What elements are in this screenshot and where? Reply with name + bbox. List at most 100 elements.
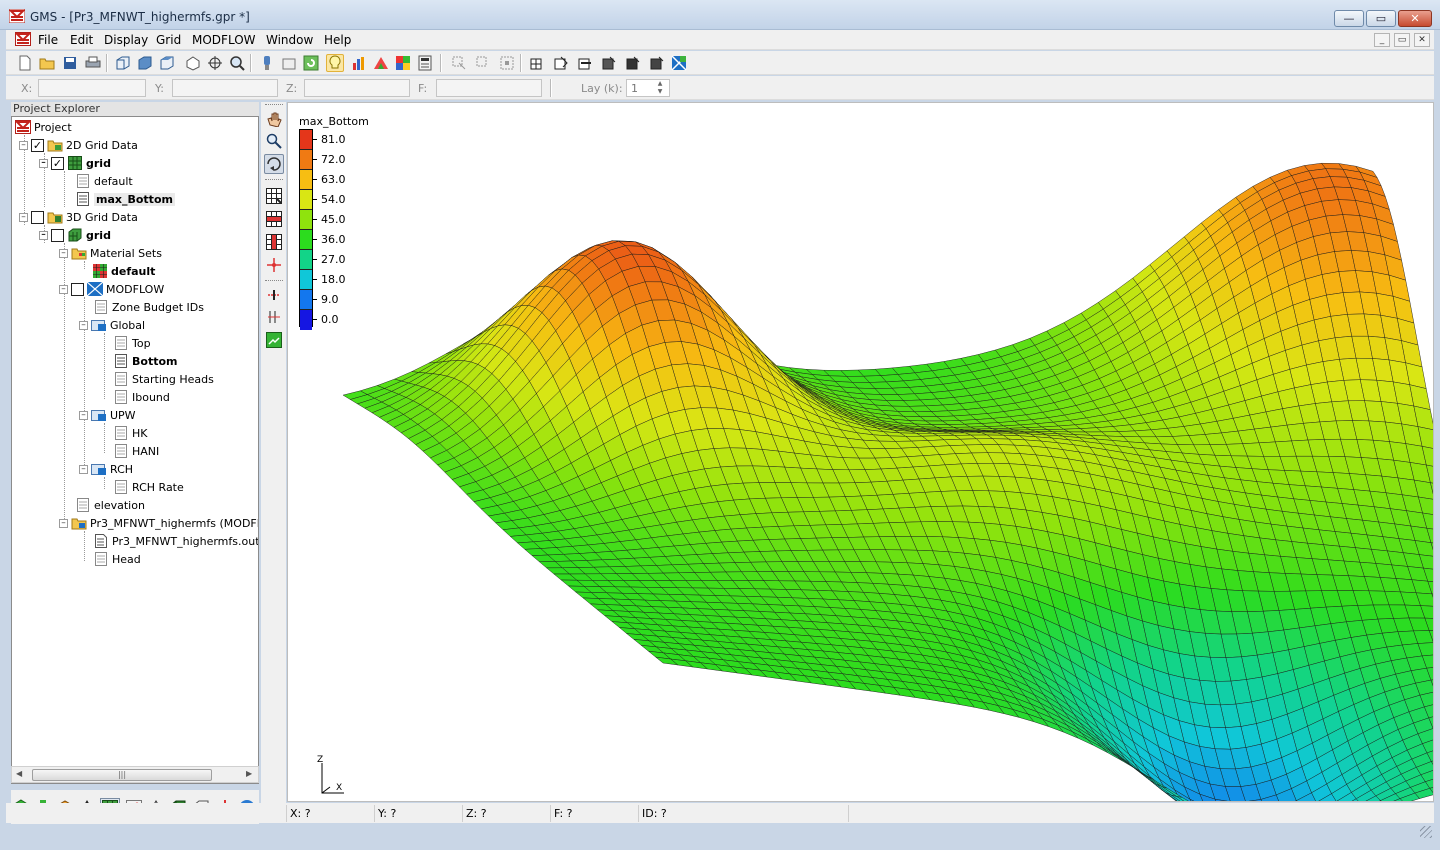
tree-item-3d-grid[interactable]: – grid [39, 226, 111, 244]
tree-item-solution-folder[interactable]: – Pr3_MFNWT_highermfs (MODFLOW) [59, 514, 258, 532]
get-info-icon[interactable] [258, 54, 276, 72]
select-cell-tool-icon[interactable] [264, 186, 284, 206]
z-coord-field[interactable] [304, 79, 410, 97]
rotate-tool-icon[interactable] [264, 154, 284, 174]
view-top-icon[interactable] [158, 54, 176, 72]
document-icon[interactable] [14, 32, 32, 49]
tree-item-material-default[interactable]: default [92, 262, 155, 280]
visibility-checkbox[interactable] [51, 228, 64, 242]
view-oblique-icon[interactable] [184, 54, 202, 72]
menu-grid[interactable]: Grid [156, 33, 181, 47]
menu-help[interactable]: Help [324, 33, 351, 47]
menu-file[interactable]: File [38, 33, 58, 47]
tree-item-2d-grid[interactable]: – ✓ grid [39, 154, 111, 172]
rotate-icon[interactable] [206, 54, 224, 72]
project-explorer-tree[interactable]: Project – ✓ 2D Grid Data – ✓ grid defaul… [11, 116, 259, 784]
edit-layer-icon[interactable] [624, 54, 642, 72]
scroll-thumb[interactable]: ||| [32, 769, 212, 781]
visibility-checkbox[interactable] [31, 210, 44, 224]
collapse-toggle[interactable]: – [59, 284, 68, 294]
menu-window[interactable]: Window [266, 33, 313, 47]
collapse-toggle[interactable]: – [39, 158, 48, 168]
menu-edit[interactable]: Edit [70, 33, 93, 47]
plot-wizard-icon[interactable] [350, 54, 368, 72]
tree-item-modflow[interactable]: – MODFLOW [59, 280, 164, 298]
visibility-checkbox[interactable]: ✓ [31, 138, 44, 152]
create-row-tool-icon[interactable] [264, 307, 284, 327]
add-point-icon[interactable] [648, 54, 666, 72]
graphics-window[interactable]: max_Bottom 81.0 72.0 63.0 54.0 45.0 36.0 27.0 1… [287, 102, 1434, 802]
color-ramp-icon[interactable] [372, 54, 390, 72]
maximize-button[interactable]: ▭ [1366, 10, 1396, 27]
view-front-icon[interactable] [114, 54, 132, 72]
select-node-tool-icon[interactable] [264, 255, 284, 275]
select-ij-tool-icon[interactable] [264, 209, 284, 229]
tree-item-rch-rate[interactable]: RCH Rate [113, 478, 184, 496]
minimize-button[interactable]: — [1334, 10, 1364, 27]
menu-modflow[interactable]: MODFLOW [192, 33, 256, 47]
visibility-checkbox[interactable] [71, 282, 84, 296]
resize-grip-icon[interactable] [1420, 826, 1432, 838]
zoom-tool-icon[interactable] [264, 131, 284, 151]
zoom-frame-icon[interactable] [228, 54, 246, 72]
display-options-icon[interactable] [394, 54, 412, 72]
edit-column-icon[interactable] [600, 54, 618, 72]
create-grid-icon[interactable] [528, 54, 546, 72]
collapse-toggle[interactable]: – [59, 518, 68, 528]
tree-item-output-file[interactable]: Pr3_MFNWT_highermfs.out [93, 532, 258, 550]
collapse-toggle[interactable]: – [39, 230, 48, 240]
calculator-icon[interactable] [416, 54, 434, 72]
refresh-icon[interactable] [302, 54, 320, 72]
tree-item-upw[interactable]: – UPW [79, 406, 136, 424]
select-layer-tool-icon[interactable] [264, 232, 284, 252]
frame-icon[interactable] [280, 54, 298, 72]
lighting-icon[interactable] [326, 54, 344, 72]
menu-display[interactable]: Display [104, 33, 148, 47]
tree-item-hk[interactable]: HK [113, 424, 148, 442]
modflow-icon[interactable] [670, 54, 688, 72]
select-rows-icon[interactable] [474, 54, 492, 72]
tree-item-dataset-max-bottom[interactable]: max_Bottom [75, 190, 175, 208]
tree-item-zone-budget-ids[interactable]: Zone Budget IDs [93, 298, 204, 316]
edit-cell-icon[interactable] [552, 54, 570, 72]
collapse-toggle[interactable]: – [59, 248, 68, 258]
print-icon[interactable] [84, 54, 102, 72]
scroll-left-arrow[interactable]: ◀ [16, 769, 22, 778]
tree-item-2d-grid-data[interactable]: – ✓ 2D Grid Data [19, 136, 138, 154]
tree-item-rch[interactable]: – RCH [79, 460, 133, 478]
select-grid-icon[interactable] [498, 54, 516, 72]
layer-spinner[interactable]: ▲ ▼ [652, 80, 668, 96]
create-column-tool-icon[interactable] [264, 285, 284, 305]
x-coord-field[interactable] [38, 79, 146, 97]
tree-item-starting-heads[interactable]: Starting Heads [113, 370, 214, 388]
tree-item-ibound[interactable]: Ibound [113, 388, 170, 406]
pan-tool-icon[interactable] [264, 109, 284, 129]
save-icon[interactable] [61, 54, 79, 72]
collapse-toggle[interactable]: – [19, 140, 28, 150]
edit-row-icon[interactable] [576, 54, 594, 72]
tree-item-global[interactable]: – Global [79, 316, 145, 334]
tree-item-bottom[interactable]: Bottom [113, 352, 177, 370]
tree-item-top[interactable]: Top [113, 334, 151, 352]
gms-app-icon[interactable] [8, 8, 26, 26]
tree-horizontal-scrollbar[interactable]: ◀ ||| ▶ [11, 766, 259, 783]
f-value-field[interactable] [436, 79, 542, 97]
close-button[interactable]: ✕ [1398, 10, 1432, 27]
scroll-right-arrow[interactable]: ▶ [246, 769, 252, 778]
tree-item-hani[interactable]: HANI [113, 442, 159, 460]
drawing-tool-icon[interactable] [264, 330, 284, 350]
collapse-toggle[interactable]: – [19, 212, 28, 222]
new-file-icon[interactable] [16, 54, 34, 72]
visibility-checkbox[interactable]: ✓ [51, 156, 64, 170]
tree-item-project[interactable]: Project [15, 118, 72, 136]
open-folder-icon[interactable] [38, 54, 56, 72]
tree-item-3d-grid-data[interactable]: – 3D Grid Data [19, 208, 138, 226]
mdi-minimize-button[interactable]: _ [1374, 33, 1390, 47]
collapse-toggle[interactable]: – [79, 410, 88, 420]
tree-item-material-sets[interactable]: – Material Sets [59, 244, 162, 262]
tree-item-head[interactable]: Head [93, 550, 141, 568]
tree-item-dataset-default[interactable]: default [75, 172, 133, 190]
collapse-toggle[interactable]: – [79, 320, 88, 330]
mdi-restore-button[interactable]: ▭ [1394, 33, 1410, 47]
3d-surface-plot[interactable] [288, 103, 1434, 802]
